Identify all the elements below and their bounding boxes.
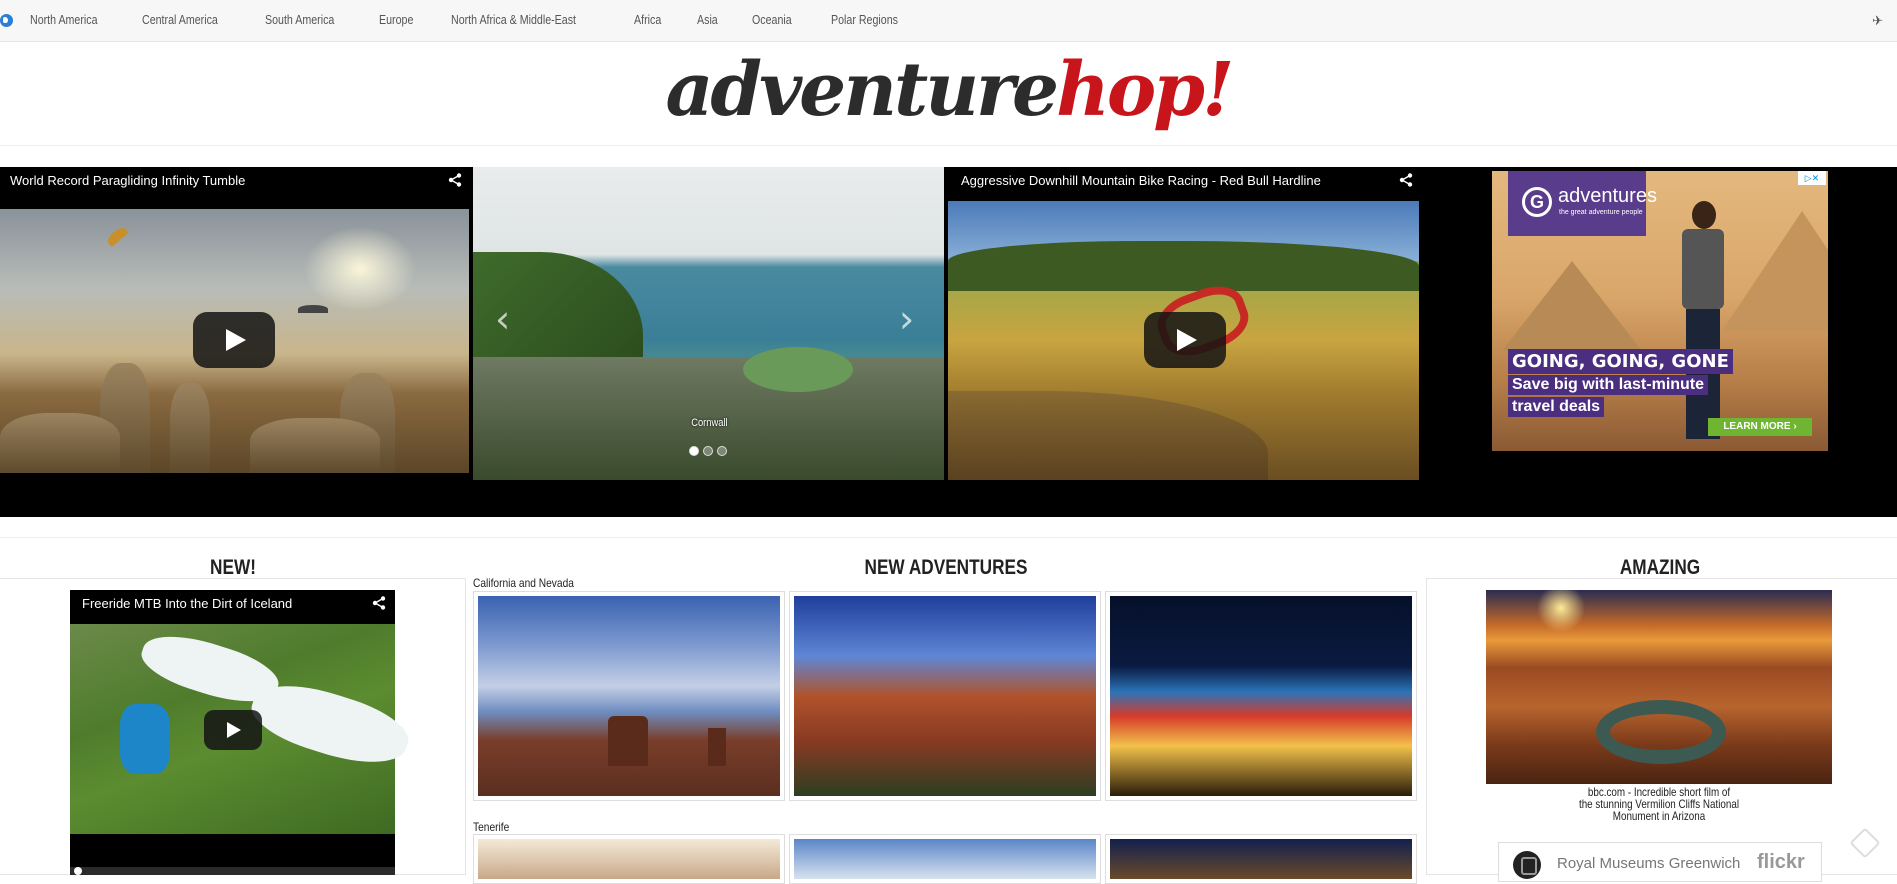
slider-dot[interactable] bbox=[717, 446, 727, 456]
hills bbox=[948, 241, 1419, 291]
dirt-ramp bbox=[948, 391, 1268, 480]
slider-next-arrow[interactable]: › bbox=[899, 297, 914, 341]
adventure-tile[interactable] bbox=[789, 591, 1101, 801]
slider-caption: Cornwall bbox=[691, 417, 728, 429]
rock-formation bbox=[170, 383, 210, 473]
pyramid bbox=[1722, 211, 1828, 331]
adventure-tile[interactable] bbox=[1105, 834, 1417, 884]
section-title-new: NEW! bbox=[210, 556, 256, 579]
caption-line: Monument in Arizona bbox=[1612, 809, 1706, 823]
nav-south-america[interactable]: South America bbox=[265, 12, 334, 27]
rider bbox=[120, 704, 170, 774]
group-label-california-nevada[interactable]: California and Nevada bbox=[473, 576, 574, 590]
pyramid bbox=[1502, 261, 1642, 351]
ad-person bbox=[1672, 201, 1730, 451]
share-icon[interactable] bbox=[1399, 173, 1413, 187]
globe-icon[interactable] bbox=[0, 14, 13, 27]
nav-asia[interactable]: Asia bbox=[697, 12, 718, 27]
video-progress-bar[interactable] bbox=[70, 867, 395, 875]
adventure-tile[interactable] bbox=[473, 591, 785, 801]
slider-dot[interactable] bbox=[703, 446, 713, 456]
nav-north-africa-middle-east[interactable]: North Africa & Middle-East bbox=[451, 12, 576, 27]
tenerife-image bbox=[794, 839, 1096, 879]
las-vegas-casino-image bbox=[1110, 596, 1412, 796]
rock-formation bbox=[0, 413, 120, 473]
slider-dot[interactable] bbox=[689, 446, 699, 456]
zion-canyon-image bbox=[794, 596, 1096, 796]
nav-europe[interactable]: Europe bbox=[379, 12, 413, 27]
adventure-tile[interactable] bbox=[473, 834, 785, 884]
plane-icon[interactable]: ✈ bbox=[1872, 13, 1883, 29]
ad-headline: GOING, GOING, GONE bbox=[1508, 349, 1733, 374]
adchoices-icon[interactable]: ▷✕ bbox=[1798, 171, 1826, 185]
flickr-account-name[interactable]: Royal Museums Greenwich bbox=[1557, 855, 1740, 872]
rock-formation bbox=[250, 418, 380, 473]
logo-part-adventure: adventure bbox=[665, 47, 1059, 133]
adventure-tile[interactable] bbox=[789, 834, 1101, 884]
snow-patch bbox=[244, 670, 416, 778]
video-title[interactable]: World Record Paragliding Infinity Tumble bbox=[10, 173, 245, 188]
tenerife-image bbox=[478, 839, 780, 879]
flickr-widget[interactable]: Royal Museums Greenwich flickr bbox=[1498, 842, 1822, 882]
top-nav: North America Central America South Amer… bbox=[0, 0, 1897, 42]
divider bbox=[0, 537, 1897, 538]
tenerife-image bbox=[1110, 839, 1412, 879]
slider-dots bbox=[689, 446, 727, 456]
video-title[interactable]: Aggressive Downhill Mountain Bike Racing… bbox=[961, 173, 1321, 188]
slider-prev-arrow[interactable]: ‹ bbox=[495, 297, 510, 341]
horseshoe-bend-image[interactable] bbox=[1486, 590, 1832, 784]
share-icon[interactable] bbox=[448, 173, 462, 187]
site-header: adventurehop! bbox=[0, 42, 1897, 146]
adventure-tile[interactable] bbox=[1105, 591, 1417, 801]
g-adventures-logo-icon: G bbox=[1522, 187, 1552, 217]
advertisement[interactable]: G adventures the great adventure people … bbox=[1492, 171, 1828, 451]
nav-africa[interactable]: Africa bbox=[634, 12, 661, 27]
ad-line-1: Save big with last-minute bbox=[1508, 375, 1709, 395]
share-icon[interactable] bbox=[372, 596, 386, 610]
river-bend bbox=[1596, 700, 1726, 764]
group-label-tenerife[interactable]: Tenerife bbox=[473, 820, 509, 834]
paraglider-icon bbox=[298, 305, 328, 313]
ad-brand: adventures bbox=[1558, 185, 1657, 207]
section-title-new-adventures: NEW ADVENTURES bbox=[864, 556, 1028, 579]
ad-line-2: travel deals bbox=[1508, 397, 1605, 417]
nav-central-america[interactable]: Central America bbox=[142, 12, 218, 27]
hero-strip: World Record Paragliding Infinity Tumble… bbox=[0, 167, 1897, 517]
image-slider[interactable]: ‹ › bbox=[473, 167, 944, 480]
play-button[interactable] bbox=[204, 710, 262, 750]
ad-learn-more-button[interactable]: LEARN MORE › bbox=[1708, 418, 1812, 436]
rock bbox=[743, 347, 853, 392]
video-iceland[interactable]: Freeride MTB Into the Dirt of Iceland bbox=[70, 590, 416, 875]
play-button[interactable] bbox=[193, 312, 275, 368]
logo-part-hop: hop! bbox=[1056, 47, 1234, 133]
nav-polar-regions[interactable]: Polar Regions bbox=[831, 12, 898, 27]
paraglider-icon bbox=[105, 225, 129, 247]
nav-oceania[interactable]: Oceania bbox=[752, 12, 792, 27]
region-menu: North America Central America South Amer… bbox=[30, 12, 942, 27]
flickr-logo: flickr bbox=[1757, 851, 1805, 873]
amazing-caption[interactable]: bbc.com - Incredible short film of the s… bbox=[1566, 786, 1751, 822]
section-title-amazing: AMAZING bbox=[1619, 556, 1701, 579]
monument-valley-image bbox=[478, 596, 780, 796]
nav-north-america[interactable]: North America bbox=[30, 12, 98, 27]
play-button[interactable] bbox=[1144, 312, 1226, 368]
ad-logo[interactable]: G adventures the great adventure people bbox=[1508, 171, 1657, 236]
ad-tagline: the great adventure people bbox=[1559, 209, 1643, 216]
video-title[interactable]: Freeride MTB Into the Dirt of Iceland bbox=[82, 596, 292, 611]
site-logo[interactable]: adventurehop! bbox=[665, 47, 1234, 133]
